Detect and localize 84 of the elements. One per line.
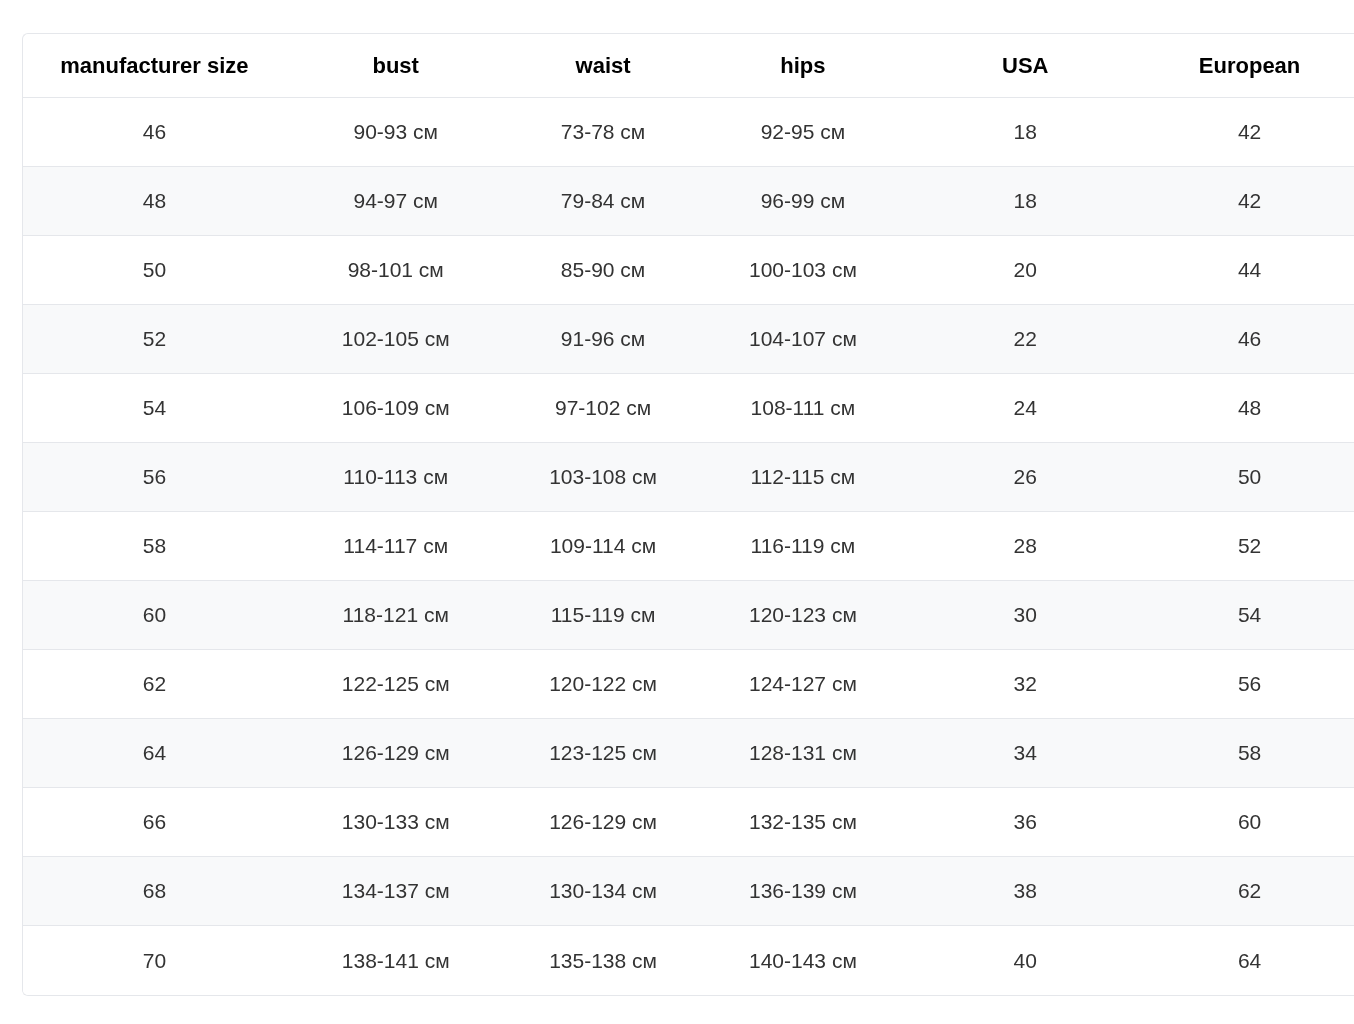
table-cell-text: 58 bbox=[142, 533, 167, 560]
table-cell-text: 135-138 см bbox=[549, 947, 657, 974]
table-cell-text: 130-134 см bbox=[549, 878, 657, 905]
table-cell-text: 126-129 см bbox=[341, 740, 450, 767]
table-cell-text: 102-105 см bbox=[341, 326, 450, 353]
column-header: European bbox=[1198, 52, 1301, 80]
table-cell-text: 138-141 см bbox=[341, 947, 450, 974]
table-cell-text: 120-122 см bbox=[549, 671, 657, 698]
table-cell-text: 114-117 см bbox=[343, 533, 449, 560]
table-cell-text: 32 bbox=[1013, 671, 1037, 698]
table-cell-text: 34 bbox=[1013, 740, 1037, 767]
column-header: waist bbox=[575, 52, 631, 80]
table-cell-text: 104-107 см bbox=[749, 326, 857, 353]
table-cell-text: 100-103 см bbox=[749, 257, 857, 284]
table-cell-text: 56 bbox=[1237, 671, 1262, 698]
table-cell-text: 18 bbox=[1013, 188, 1037, 215]
table-cell-text: 64 bbox=[1237, 947, 1262, 974]
column-header: bust bbox=[372, 52, 419, 80]
table-cell-text: 20 bbox=[1013, 257, 1037, 284]
table-cell-text: 103-108 см bbox=[549, 464, 657, 491]
table-cell-text: 54 bbox=[142, 395, 167, 422]
table-cell-text: 30 bbox=[1013, 602, 1037, 629]
table-cell-text: 92-95 см bbox=[760, 119, 846, 146]
table-cell-text: 112-115 см bbox=[750, 464, 856, 491]
table-cell-text: 54 bbox=[1237, 602, 1262, 629]
table-cell-text: 134-137 см bbox=[341, 878, 450, 905]
table-cell-text: 68 bbox=[142, 878, 167, 905]
table-cell-text: 48 bbox=[1237, 395, 1262, 422]
table-cell-text: 62 bbox=[142, 671, 167, 698]
column-header: hips bbox=[780, 52, 826, 80]
table-cell-text: 118-121 см bbox=[342, 602, 449, 629]
table-cell-text: 123-125 см bbox=[549, 740, 657, 767]
table-cell-text: 64 bbox=[142, 740, 167, 767]
table-cell-text: 106-109 см bbox=[341, 395, 450, 422]
column-header: manufacturer size bbox=[60, 52, 249, 80]
table-cell-text: 42 bbox=[1237, 188, 1262, 215]
table-cell-text: 56 bbox=[142, 464, 167, 491]
table-cell-text: 130-133 см bbox=[341, 809, 450, 836]
table-cell-text: 116-119 см bbox=[750, 533, 856, 560]
table-cell-text: 62 bbox=[1237, 878, 1262, 905]
table-cell-text: 46 bbox=[1237, 326, 1262, 353]
table-cell-text: 50 bbox=[1237, 464, 1262, 491]
table-cell-text: 48 bbox=[142, 188, 167, 215]
column-header: USA bbox=[1002, 52, 1049, 80]
table-cell-text: 42 bbox=[1237, 119, 1262, 146]
table-cell-text: 140-143 см bbox=[749, 947, 857, 974]
table-cell-text: 79-84 см bbox=[560, 188, 646, 215]
table-cell-text: 124-127 см bbox=[749, 671, 857, 698]
table-cell-text: 40 bbox=[1013, 947, 1037, 974]
table-cell-text: 85-90 см bbox=[560, 257, 646, 284]
table-cell-text: 50 bbox=[142, 257, 167, 284]
table-cell-text: 109-114 см bbox=[549, 533, 657, 560]
table-cell-text: 91-96 см bbox=[560, 326, 646, 353]
table-cell-text: 96-99 см bbox=[760, 188, 846, 215]
table-cell-text: 28 bbox=[1013, 533, 1037, 560]
table-cell-text: 38 bbox=[1013, 878, 1037, 905]
table-cell-text: 70 bbox=[142, 947, 167, 974]
table-cell-text: 128-131 см bbox=[749, 740, 857, 767]
table-cell-text: 136-139 см bbox=[749, 878, 857, 905]
table-cell-text: 52 bbox=[1237, 533, 1262, 560]
table-cell-text: 52 bbox=[142, 326, 167, 353]
table-cell-text: 94-97 см bbox=[353, 188, 438, 215]
table-cell-text: 60 bbox=[1237, 809, 1262, 836]
table-cell-text: 18 bbox=[1013, 119, 1037, 146]
table-cell-text: 122-125 см bbox=[341, 671, 450, 698]
table-cell-text: 58 bbox=[1237, 740, 1262, 767]
table-cell-text: 120-123 см bbox=[749, 602, 857, 629]
table-cell-text: 66 bbox=[142, 809, 167, 836]
table-cell-text: 97-102 см bbox=[554, 395, 652, 422]
table-cell-text: 98-101 см bbox=[347, 257, 444, 284]
table-cell-text: 46 bbox=[142, 119, 167, 146]
table-cell-text: 110-113 см bbox=[343, 464, 449, 491]
table-cell-text: 132-135 см bbox=[749, 809, 857, 836]
table-cell-text: 22 bbox=[1013, 326, 1037, 353]
table-cell-text: 108-111 см bbox=[750, 395, 856, 422]
table-cell-text: 73-78 см bbox=[560, 119, 646, 146]
table-cell-text: 36 bbox=[1013, 809, 1037, 836]
table-cell-text: 126-129 см bbox=[549, 809, 657, 836]
table-cell-text: 60 bbox=[142, 602, 167, 629]
table-cell-text: 115-119 см bbox=[550, 602, 656, 629]
table-cell-text: 24 bbox=[1013, 395, 1037, 422]
table-cell-text: 90-93 см bbox=[353, 119, 438, 146]
table-cell-text: 44 bbox=[1237, 257, 1262, 284]
table-cell-text: 26 bbox=[1013, 464, 1037, 491]
